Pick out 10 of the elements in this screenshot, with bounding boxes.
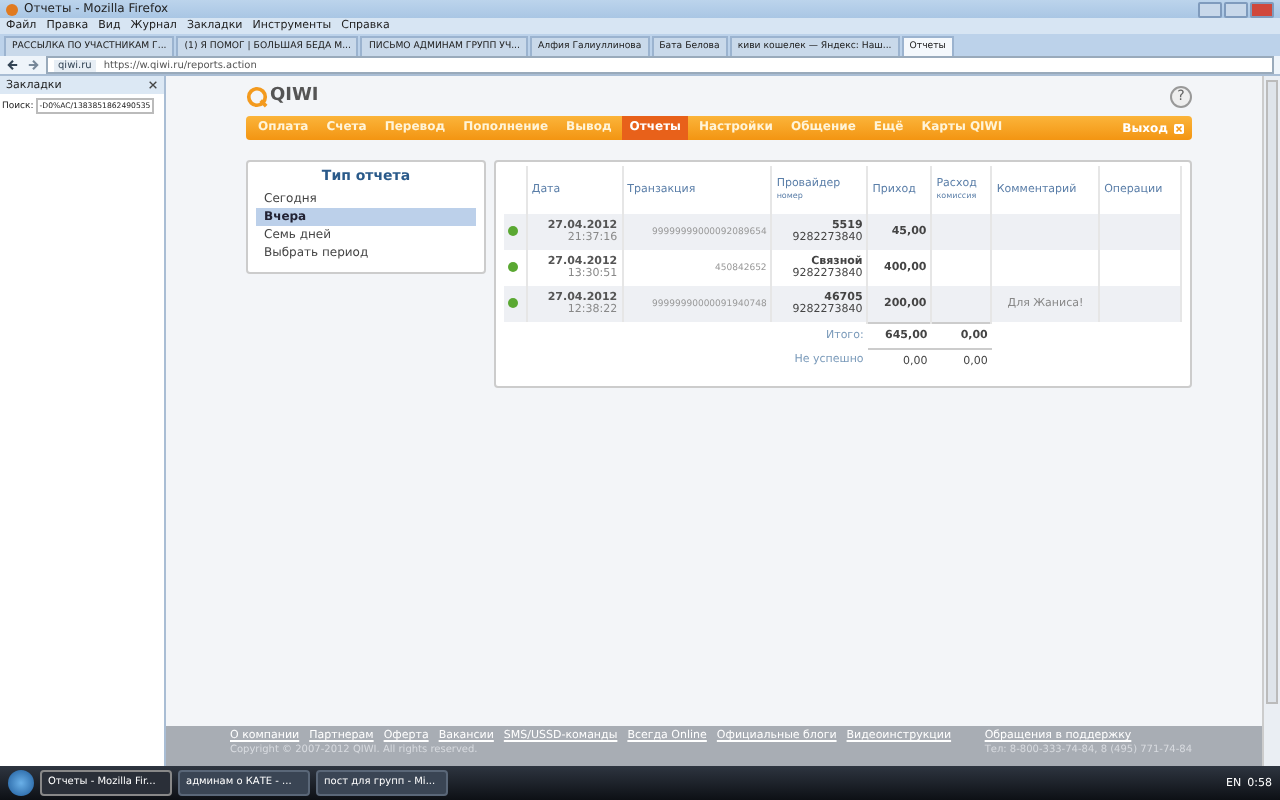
close-button[interactable] xyxy=(1250,1,1274,17)
back-icon[interactable] xyxy=(6,58,20,72)
start-button[interactable] xyxy=(8,770,34,796)
scrollbar[interactable] xyxy=(1266,80,1278,704)
maximize-button[interactable] xyxy=(1224,1,1248,17)
browser-logo-icon xyxy=(6,3,18,15)
close-icon[interactable] xyxy=(148,80,158,90)
logo[interactable]: QIWI xyxy=(246,85,319,107)
forward-icon[interactable] xyxy=(26,58,40,72)
minimize-button[interactable] xyxy=(1198,1,1222,17)
